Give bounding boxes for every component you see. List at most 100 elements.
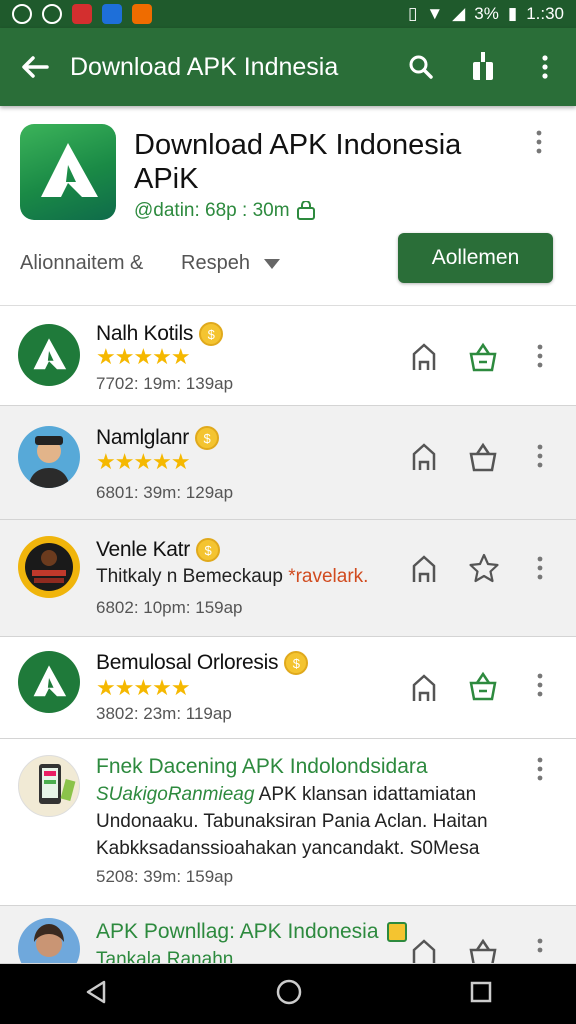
- nav-home-button[interactable]: [275, 978, 303, 1011]
- app-notification-icon: [72, 4, 92, 24]
- phone-app-icon: [39, 764, 76, 804]
- avatar: [18, 324, 80, 386]
- avatar: [18, 918, 80, 963]
- item-more-button[interactable]: [537, 444, 543, 473]
- cart-icon: [469, 442, 497, 472]
- list-item[interactable]: APK Pownllag: APK Indonesia Tankala Rana…: [0, 906, 576, 964]
- cart-button[interactable]: [468, 442, 498, 477]
- avatar: [18, 426, 80, 488]
- search-icon: [409, 55, 433, 79]
- favorite-button[interactable]: [468, 552, 500, 589]
- more-vert-icon: [537, 444, 543, 468]
- item-title: Nalh Kotils $: [96, 322, 224, 346]
- list-item[interactable]: Fnek Dacening APK Indolondsidara SUakigo…: [0, 739, 576, 906]
- home-icon: [412, 555, 436, 582]
- rating-stars: ★★★★★: [96, 675, 191, 700]
- coin-icon: $: [284, 651, 309, 675]
- item-more-button[interactable]: [537, 757, 543, 786]
- home-button[interactable]: [411, 938, 437, 963]
- home-button[interactable]: [411, 673, 437, 708]
- cart-icon: [469, 342, 497, 372]
- item-title-text: Namlglanr: [96, 426, 189, 449]
- list-item[interactable]: Nalh Kotils $ ★★★★★ 7702: 19m: 139ap: [0, 306, 576, 406]
- coin-icon: $: [199, 322, 224, 346]
- item-more-button[interactable]: [537, 938, 543, 963]
- cart-icon: [469, 938, 497, 963]
- clock: 1.:30: [526, 4, 564, 23]
- app-notification-icon: [102, 4, 122, 24]
- app-icon: [20, 124, 116, 220]
- app-meta: @datin: 68p : 30m: [134, 200, 316, 222]
- battery-level: 3%: [474, 4, 499, 23]
- list-item[interactable]: Venle Katr $ Thitkaly n Bemeckaup *ravel…: [0, 520, 576, 637]
- app-logo-icon: [33, 665, 67, 697]
- app-logo-icon: [41, 143, 98, 197]
- cart-button[interactable]: [468, 671, 498, 706]
- app-bar: Download APK Indnesia: [0, 28, 576, 106]
- badge-icon: [386, 922, 407, 942]
- item-title-text: Bemulosal Orloresis: [96, 651, 279, 674]
- item-description-text: Thitkaly n Bemeckaup: [96, 566, 283, 587]
- home-button[interactable]: [411, 442, 437, 477]
- more-vert-icon: [536, 130, 542, 154]
- item-description: Thitkaly n Bemeckaup *ravelark.: [96, 566, 368, 588]
- app-notification-icon: [132, 4, 152, 24]
- circle-home-icon: [276, 979, 302, 1004]
- more-vert-icon: [537, 344, 543, 368]
- app-header: Download APK Indonesia APiK @datin: 68p …: [0, 106, 576, 306]
- profile-avatar-icon: [25, 543, 73, 591]
- bag-icon: [296, 201, 315, 220]
- more-vert-icon: [542, 55, 548, 79]
- filter-label[interactable]: Alionnaitem &: [20, 252, 143, 275]
- item-more-button[interactable]: [537, 344, 543, 373]
- cart-button[interactable]: [468, 938, 498, 963]
- item-title-text: APK Pownllag: APK Indonesia: [96, 920, 379, 943]
- more-vert-icon: [537, 673, 543, 697]
- rating-stars: ★★★★★: [96, 344, 191, 369]
- share-icon: [473, 52, 493, 80]
- item-meta: 5208: 39m: 159ap: [96, 867, 234, 886]
- more-vert-icon: [537, 757, 543, 781]
- nav-recents-button[interactable]: [469, 980, 493, 1009]
- status-bar: ▯ ▼ ◢ 3% ▮ 1.:30: [0, 0, 576, 28]
- item-title-text: Nalh Kotils: [96, 322, 194, 345]
- home-button[interactable]: [411, 554, 437, 589]
- sort-dropdown[interactable]: Respeh: [181, 252, 280, 275]
- app-meta-text: @datin: 68p : 30m: [134, 200, 290, 221]
- app-title: Download APK Indonesia APiK: [134, 129, 462, 195]
- chevron-down-icon: [263, 258, 280, 269]
- triangle-back-icon: [86, 980, 106, 1003]
- search-button[interactable]: [390, 54, 452, 80]
- home-icon: [412, 343, 436, 370]
- home-icon: [412, 674, 436, 701]
- avatar: [18, 651, 80, 713]
- coin-icon: $: [195, 426, 219, 450]
- overflow-menu-button[interactable]: [514, 55, 576, 79]
- person-avatar-icon: [28, 436, 70, 488]
- home-button[interactable]: [411, 342, 437, 377]
- item-more-button[interactable]: [537, 556, 543, 585]
- nav-back-button[interactable]: [83, 979, 109, 1010]
- item-more-button[interactable]: [537, 673, 543, 702]
- arrow-back-icon: [22, 56, 49, 78]
- primary-action-button[interactable]: Aollemen: [398, 233, 553, 283]
- cart-button[interactable]: [468, 342, 498, 377]
- app-logo-icon: [33, 338, 67, 370]
- item-title: Namlglanr $: [96, 426, 219, 450]
- wifi-icon: ▼: [426, 4, 444, 23]
- item-title: Bemulosal Orloresis $: [96, 651, 309, 675]
- star-outline-icon: [469, 553, 499, 583]
- list-item[interactable]: Namlglanr $ ★★★★★ 6801: 39m: 129ap: [0, 406, 576, 520]
- chat-icon: [42, 4, 62, 24]
- share-button[interactable]: [452, 52, 514, 82]
- item-description: Tankala Ranahn: [96, 949, 234, 964]
- coin-icon: $: [195, 538, 220, 562]
- app-bar-title: Download APK Indnesia: [70, 52, 339, 81]
- more-vert-icon: [537, 938, 543, 953]
- home-icon: [412, 443, 436, 470]
- list-item[interactable]: Bemulosal Orloresis $ ★★★★★ 3802: 23m: 1…: [0, 637, 576, 739]
- back-button[interactable]: [0, 55, 70, 79]
- header-more-button[interactable]: [536, 130, 542, 159]
- rating-stars: ★★★★★: [96, 449, 191, 474]
- signal-icon: ◢: [452, 4, 466, 23]
